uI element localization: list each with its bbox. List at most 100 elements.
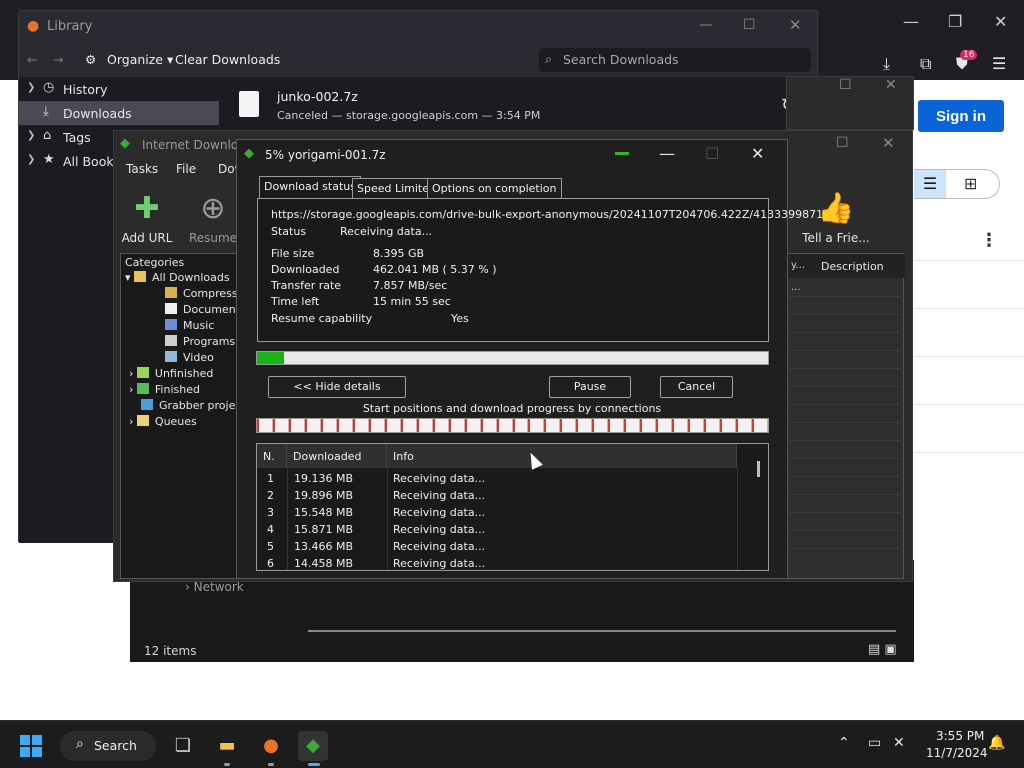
connection-segment (752, 419, 768, 432)
category-programs[interactable]: Programs (165, 335, 235, 348)
minimize-icon[interactable]: — (699, 17, 713, 33)
connection-marker (560, 419, 563, 432)
volume-muted-icon[interactable]: ✕ (893, 735, 905, 751)
category-all-downloads[interactable]: ▾ All Downloads (125, 271, 230, 284)
download-item[interactable]: junko-002.7z Canceled — storage.googleap… (219, 77, 817, 137)
idm-taskbar-icon[interactable]: ◆ (298, 731, 328, 761)
download-status: Canceled — storage.googleapis.com — 3:54… (277, 109, 541, 122)
folder-icon (134, 271, 147, 282)
table-row[interactable]: 3 15.548 MB Receiving data... (257, 504, 737, 521)
menu-icon[interactable]: ☰ (992, 54, 1006, 73)
divider (787, 314, 905, 315)
table-row[interactable]: 6 14.458 MB Receiving data... (257, 555, 737, 570)
clock-time[interactable]: 3:55 PM (936, 729, 984, 743)
connection-marker (464, 419, 467, 432)
connection-marker (640, 419, 643, 432)
table-row[interactable]: 2 19.896 MB Receiving data... (257, 487, 737, 504)
file-icon (239, 91, 259, 117)
sidebar-item-history[interactable]: ❯ ◷ History (19, 77, 219, 101)
view-mode-icons[interactable]: ▤ ▣ (868, 642, 897, 657)
category-video[interactable]: Video (165, 351, 214, 364)
connections-table: N. Downloaded Info 1 19.136 MB Receiving d… (256, 443, 769, 571)
table-row[interactable]: 1 19.136 MB Receiving data... (257, 470, 737, 487)
column-header-downloaded[interactable]: Downloaded (287, 444, 387, 468)
scrollbar-thumb[interactable] (757, 461, 760, 477)
minimize-icon[interactable]: — (659, 144, 675, 163)
notification-bell-icon[interactable]: 🔔 (988, 735, 1005, 751)
category-music[interactable]: Music (165, 319, 214, 332)
taskbar-search-label: Search (94, 738, 137, 753)
scrollbar[interactable] (308, 630, 896, 632)
windows-start-icon[interactable] (20, 735, 42, 757)
cancel-button[interactable]: Cancel (660, 376, 733, 398)
display-icon[interactable]: ▭ (868, 735, 881, 751)
minimize-icon[interactable]: — (903, 12, 919, 31)
chevron-up-icon[interactable]: ⌃ (838, 735, 850, 751)
back-icon[interactable]: ← (27, 52, 37, 67)
firefox-icon[interactable]: ● (256, 731, 286, 761)
list-view-icon[interactable]: ☰ (914, 170, 946, 198)
connection-info: Receiving data... (393, 506, 486, 519)
pause-button[interactable]: Pause (549, 376, 631, 398)
download-icon[interactable]: ⤓ (883, 54, 890, 74)
connection-segment (608, 419, 625, 432)
connection-segment (736, 419, 753, 432)
grid-view-icon[interactable]: ⊞ (964, 170, 977, 198)
close-icon[interactable]: ✕ (885, 77, 897, 93)
maximize-icon[interactable]: ☐ (743, 17, 756, 33)
connection-segment (400, 419, 417, 432)
column-divider (737, 468, 738, 570)
category-unfinished[interactable]: › Unfinished (129, 367, 213, 380)
category-compressed[interactable]: Compresse (165, 287, 244, 300)
organize-button[interactable]: Organize ▾ (107, 52, 173, 67)
restore-icon[interactable]: ❐ (948, 12, 962, 31)
close-icon[interactable]: ✕ (751, 144, 764, 163)
extensions-icon[interactable]: ⧉ (920, 54, 931, 74)
tab-speed-limiter[interactable]: Speed Limiter (352, 178, 439, 198)
connection-marker (336, 419, 339, 432)
close-icon[interactable]: ✕ (994, 12, 1007, 31)
divider (787, 440, 905, 441)
connection-marker (432, 419, 435, 432)
column-header-description[interactable]: Description (815, 254, 905, 278)
close-icon[interactable]: ✕ (882, 134, 895, 152)
connection-downloaded: 15.871 MB (294, 523, 354, 536)
download-list-pane: y... Description ... (786, 253, 905, 579)
column-header-info[interactable]: Info (387, 444, 737, 468)
category-documents[interactable]: Documents (165, 303, 246, 316)
task-view-icon[interactable]: ❏ (168, 731, 198, 761)
network-item[interactable]: › Network (185, 580, 244, 594)
table-row[interactable]: 4 15.871 MB Receiving data... (257, 521, 737, 538)
connection-segment (688, 419, 705, 432)
clock-date[interactable]: 11/7/2024 (926, 746, 988, 760)
sidebar-item-downloads[interactable]: ⤓ Downloads (19, 101, 219, 125)
maximize-icon[interactable]: ☐ (839, 77, 852, 93)
sign-in-button[interactable]: Sign in (918, 100, 1004, 132)
category-finished[interactable]: › Finished (129, 383, 200, 396)
category-queues[interactable]: › Queues (129, 415, 197, 428)
search-downloads-input[interactable]: ⌕ Search Downloads (539, 48, 811, 72)
file-explorer-icon[interactable]: ▬ (212, 731, 242, 761)
tab-download-status[interactable]: Download status (259, 176, 361, 198)
hide-details-button[interactable]: << Hide details (268, 376, 406, 398)
forward-icon[interactable]: → (53, 52, 63, 67)
connection-segment (512, 419, 529, 432)
more-options-icon[interactable]: ⋮ (980, 230, 998, 251)
maximize-icon[interactable]: ☐ (836, 135, 849, 151)
tab-options-on-completion[interactable]: Options on completion (427, 178, 562, 198)
clear-downloads-button[interactable]: Clear Downloads (175, 52, 280, 67)
connection-downloaded: 14.458 MB (294, 557, 354, 570)
connection-segment (336, 419, 353, 432)
add-url-button[interactable]: ✚ Add URL (112, 187, 182, 245)
menu-file[interactable]: File (176, 162, 196, 176)
column-header-n[interactable]: N. (257, 444, 287, 468)
menu-tasks[interactable]: Tasks (126, 162, 158, 176)
category-grabber[interactable]: Grabber projec (141, 399, 241, 412)
column-header[interactable]: y... (787, 254, 815, 278)
connection-marker (736, 419, 739, 432)
close-icon[interactable]: ✕ (789, 16, 802, 34)
connection-marker (512, 419, 515, 432)
taskbar-search[interactable]: ⌕ Search (60, 731, 156, 761)
table-row[interactable]: 5 13.466 MB Receiving data... (257, 538, 737, 555)
category-label: Finished (154, 383, 200, 396)
